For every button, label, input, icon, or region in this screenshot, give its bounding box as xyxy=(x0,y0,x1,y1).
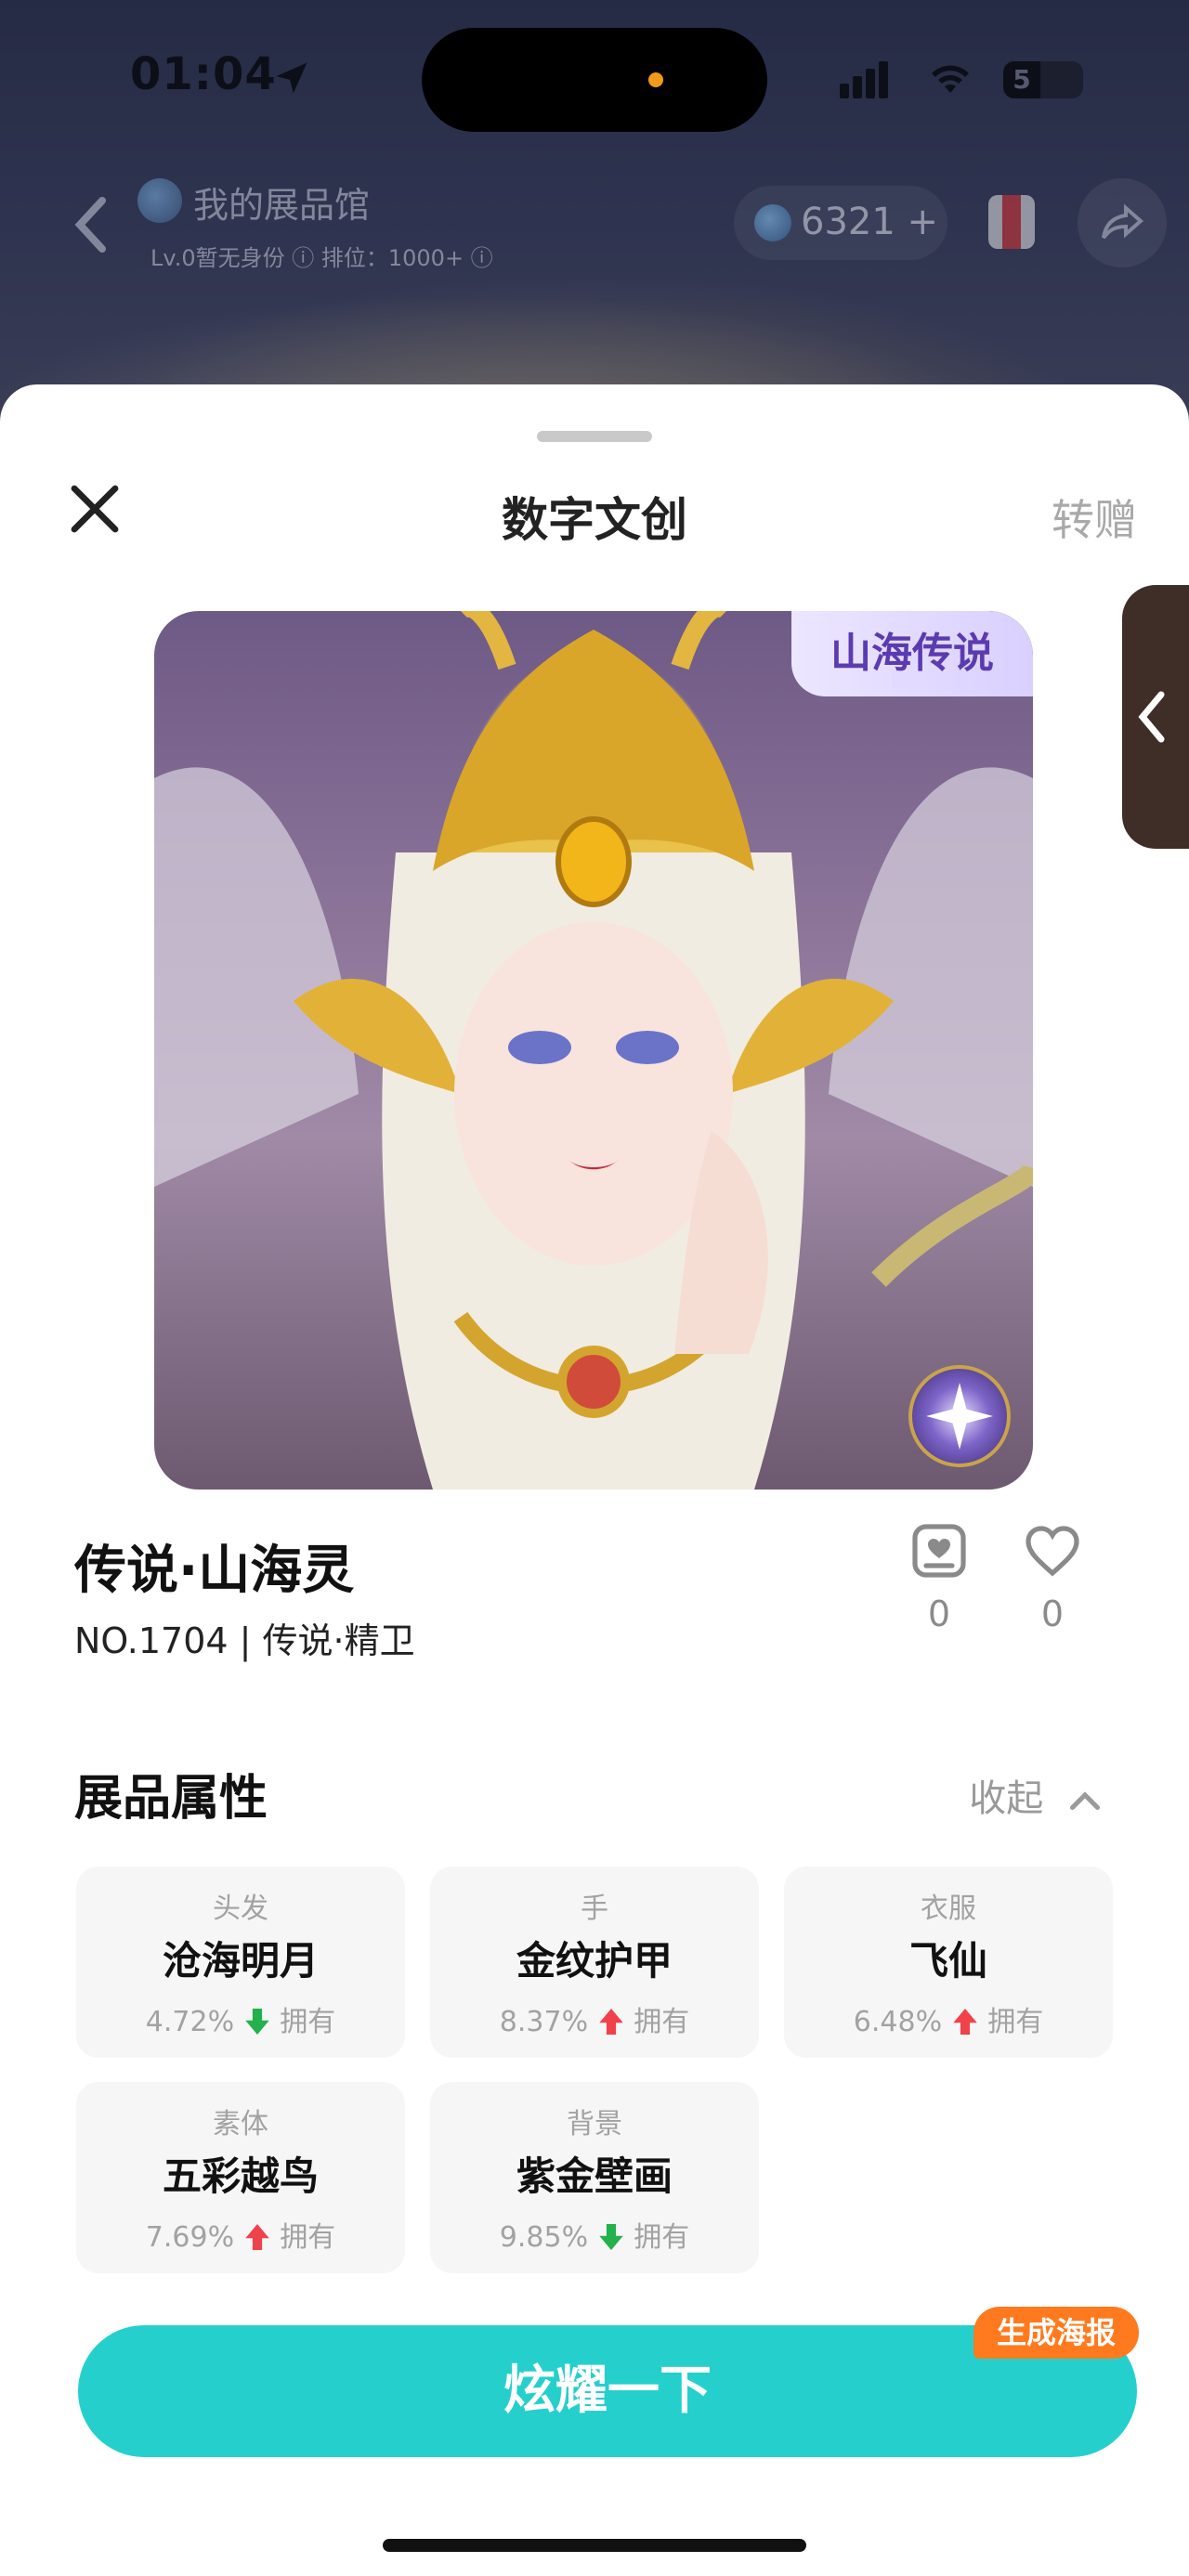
attribute-meta: 4.72% 拥有 xyxy=(76,1998,405,2039)
collection-card-icon xyxy=(912,1524,966,1578)
attribute-category: 手 xyxy=(581,1893,608,1925)
sparkle-star-icon xyxy=(926,1383,993,1450)
attribute-owned: 拥有 xyxy=(280,2006,336,2038)
points-pill: 6321 + xyxy=(734,186,947,260)
attribute-percent: 9.85% xyxy=(499,2221,589,2254)
attribute-category: 头发 xyxy=(213,1893,268,1925)
attribute-card-hand[interactable]: 手 金纹护甲 8.37% 拥有 xyxy=(430,1867,759,2058)
recording-dot-icon xyxy=(648,72,663,87)
attribute-meta: 9.85% 拥有 xyxy=(430,2214,759,2255)
attribute-card-clothes[interactable]: 衣服 飞仙 6.48% 拥有 xyxy=(784,1867,1113,2058)
flag-icon xyxy=(988,195,1035,249)
chevron-up-icon xyxy=(1069,1791,1101,1811)
generate-poster-badge[interactable]: 生成海报 xyxy=(973,2307,1139,2359)
share-icon xyxy=(1102,203,1144,240)
item-name: 传说·山海灵 xyxy=(74,1541,355,1601)
attribute-owned: 拥有 xyxy=(634,2221,690,2254)
sheet-title: 数字文创 xyxy=(502,493,687,547)
attribute-meta: 6.48% 拥有 xyxy=(784,1998,1113,2039)
attribute-card-hair[interactable]: 头发 沧海明月 4.72% 拥有 xyxy=(76,1867,405,2058)
arrow-down-icon xyxy=(598,2224,623,2250)
attribute-value: 金纹护甲 xyxy=(516,1938,673,1984)
share-button xyxy=(1078,178,1167,267)
attribute-category: 素体 xyxy=(213,2108,268,2140)
side-drawer-tab[interactable] xyxy=(1122,585,1189,849)
gallery-subtitle: Lv.0暂无身份 ⓘ 排位：1000+ ⓘ xyxy=(150,245,493,271)
arrow-up-icon xyxy=(244,2224,269,2250)
artwork-image[interactable]: 山海传说 xyxy=(154,611,1033,1490)
location-arrow-icon xyxy=(276,62,307,94)
attribute-value: 五彩越鸟 xyxy=(162,2153,319,2199)
gift-button[interactable]: 转赠 xyxy=(1052,487,1137,548)
home-indicator[interactable] xyxy=(383,2539,806,2552)
battery-icon: 5 xyxy=(1003,61,1083,98)
item-number-series: NO.1704 | 传说·精卫 xyxy=(74,1620,415,1661)
collapse-label: 收起 xyxy=(969,1777,1044,1820)
attribute-percent: 4.72% xyxy=(145,2006,235,2038)
battery-level: 5 xyxy=(1003,61,1040,98)
heart-icon xyxy=(1026,1526,1079,1577)
attribute-meta: 7.69% 拥有 xyxy=(76,2214,405,2255)
attribute-percent: 7.69% xyxy=(145,2221,235,2254)
background-nav-bar: 我的展品馆 Lv.0暂无身份 ⓘ 排位：1000+ ⓘ 6321 + xyxy=(0,167,1189,279)
collect-stat[interactable]: 0 xyxy=(897,1521,981,1634)
gallery-avatar xyxy=(137,178,182,223)
attribute-owned: 拥有 xyxy=(280,2221,336,2254)
collapse-button[interactable]: 收起 xyxy=(969,1768,1102,1822)
back-chevron-icon xyxy=(74,197,106,253)
points-value: 6321 + xyxy=(801,201,939,243)
wifi-icon xyxy=(932,65,969,93)
attribute-meta: 8.37% 拥有 xyxy=(430,1998,759,2039)
like-stat[interactable]: 0 xyxy=(1011,1521,1094,1634)
cellular-signal-icon xyxy=(840,61,888,98)
rarity-star-icon xyxy=(908,1365,1011,1467)
attribute-value: 飞仙 xyxy=(908,1938,987,1984)
attribute-owned: 拥有 xyxy=(634,2006,690,2038)
gallery-title: 我的展品馆 xyxy=(193,185,371,226)
attributes-heading: 展品属性 xyxy=(74,1771,268,1827)
attribute-value: 沧海明月 xyxy=(162,1938,319,1984)
coin-icon xyxy=(754,204,791,241)
sheet-grabber[interactable] xyxy=(537,431,652,442)
like-count: 0 xyxy=(1040,1594,1065,1634)
attribute-value: 紫金壁画 xyxy=(516,2153,673,2199)
status-time: 01:04 xyxy=(130,48,277,100)
status-bar: 01:04 5 xyxy=(0,0,1189,158)
artwork-illustration xyxy=(154,611,1033,1490)
arrow-up-icon xyxy=(952,2009,977,2035)
attribute-category: 背景 xyxy=(567,2108,622,2140)
attribute-percent: 8.37% xyxy=(499,2006,589,2038)
background-page: 01:04 5 我的展品馆 Lv.0暂无身份 ⓘ 排位：1000+ ⓘ 6321… xyxy=(0,0,1189,446)
attribute-category: 衣服 xyxy=(921,1893,976,1925)
collect-count: 0 xyxy=(927,1594,951,1634)
chevron-left-icon xyxy=(1138,691,1165,743)
series-badge: 山海传说 xyxy=(791,611,1033,696)
attribute-card-body[interactable]: 素体 五彩越鸟 7.69% 拥有 xyxy=(76,2082,405,2273)
dynamic-island xyxy=(422,28,767,132)
arrow-up-icon xyxy=(598,2009,623,2035)
attribute-card-background[interactable]: 背景 紫金壁画 9.85% 拥有 xyxy=(430,2082,759,2273)
attribute-percent: 6.48% xyxy=(853,2006,943,2038)
arrow-down-icon xyxy=(244,2009,269,2035)
attribute-owned: 拥有 xyxy=(987,2006,1044,2038)
